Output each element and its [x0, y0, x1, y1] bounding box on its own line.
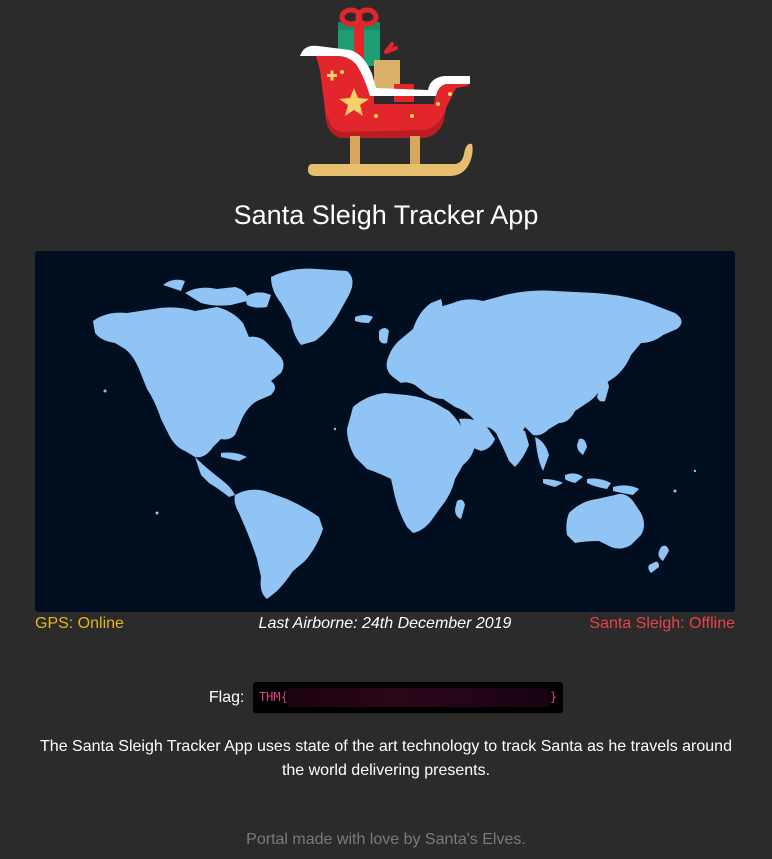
- flag-suffix: }: [549, 690, 558, 704]
- flag-value: THM{}: [252, 682, 564, 713]
- app-description: The Santa Sleigh Tracker App uses state …: [40, 738, 732, 779]
- footer-text: Portal made with love by Santa's Elves.: [246, 831, 526, 848]
- tracker-map[interactable]: [35, 251, 735, 612]
- flag-redacted-block: [287, 688, 550, 707]
- flag-prefix: THM{: [258, 690, 288, 704]
- sleigh-status: Santa Sleigh: Offline: [589, 615, 735, 632]
- status-bar: GPS: Online Last Airborne: 24th December…: [35, 615, 735, 635]
- flag-row: Flag: THM{}: [0, 682, 772, 713]
- flag-label: Flag:: [208, 688, 245, 706]
- sleigh-logo: [294, 4, 474, 180]
- sleigh-with-presents-icon: [300, 7, 473, 176]
- world-map: [93, 268, 697, 599]
- page-title: Santa Sleigh Tracker App: [233, 200, 539, 230]
